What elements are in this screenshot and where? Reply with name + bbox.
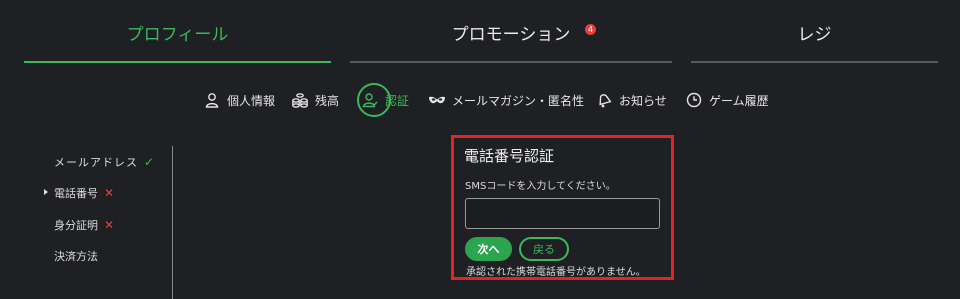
back-button[interactable]: 戻る: [519, 237, 569, 261]
tab-register-label: レジ: [797, 24, 832, 45]
subnav-notifications-label: お知らせ: [619, 93, 667, 108]
sidebar-item-identity-label: 身分証明: [54, 219, 98, 232]
tab-register-underline: [691, 61, 938, 63]
mask-icon: [429, 96, 445, 104]
main-tabs: プロフィール プロモーション 4 レジ: [24, 0, 938, 64]
clock-icon: [686, 92, 702, 108]
sidebar-item-email-label: メールアドレス: [54, 156, 138, 169]
next-button[interactable]: 次へ: [465, 237, 512, 261]
sidebar-item-payment-method-label: 決済方法: [54, 250, 98, 263]
subnav-notifications[interactable]: お知らせ: [595, 82, 667, 118]
tab-promotion-label: プロモーション: [451, 24, 571, 45]
sms-code-input[interactable]: [465, 198, 660, 229]
coins-icon: [292, 93, 308, 108]
tab-profile-label: プロフィール: [126, 24, 229, 45]
verification-active-ring: [357, 83, 391, 117]
promotion-count-badge: 4: [585, 24, 596, 35]
subnav-personal-info-label: 個人情報: [227, 93, 276, 108]
sidebar-divider: [172, 146, 173, 299]
subnav-newsletter-anonymity-label: メールマガジン・匿名性: [452, 93, 585, 108]
bell-icon: [599, 94, 612, 108]
account-subnav: 個人情報 残高 認証 メールマガジン・匿名性 お知らせ ゲーム履歴: [0, 82, 960, 118]
subnav-verification[interactable]: 認証: [357, 82, 409, 118]
sidebar-item-phone-label: 電話番号: [54, 187, 98, 200]
sidebar-item-email[interactable]: メールアドレス ✓: [54, 152, 154, 172]
subnav-game-history-label: ゲーム履歴: [709, 93, 769, 108]
subnav-newsletter-anonymity[interactable]: メールマガジン・匿名性: [428, 82, 584, 118]
subnav-balance-label: 残高: [315, 93, 340, 108]
tab-promotion[interactable]: プロモーション 4: [350, 0, 672, 64]
cross-icon: ✕: [104, 186, 115, 200]
subnav-game-history[interactable]: ゲーム履歴: [685, 82, 769, 118]
cross-icon: ✕: [104, 218, 115, 232]
subnav-balance[interactable]: 残高: [291, 82, 339, 118]
check-icon: ✓: [144, 155, 155, 169]
tab-profile[interactable]: プロフィール: [24, 0, 331, 64]
person-icon: [205, 93, 219, 108]
sidebar-item-phone[interactable]: 電話番号 ✕: [54, 183, 114, 203]
sidebar-item-payment-method[interactable]: 決済方法: [54, 246, 98, 266]
tab-profile-underline: [24, 61, 331, 63]
tab-register[interactable]: レジ: [691, 0, 938, 64]
subnav-personal-info[interactable]: 個人情報: [203, 82, 275, 118]
tab-promotion-underline: [350, 61, 672, 63]
sidebar-item-identity[interactable]: 身分証明 ✕: [54, 215, 114, 235]
selected-arrow-icon: [44, 189, 48, 195]
panel-title: 電話番号認証: [464, 147, 555, 165]
no-phone-note: 承認された携帯電話番号がありません。: [466, 267, 646, 278]
panel-description: SMSコードを入力してください。: [465, 181, 616, 192]
